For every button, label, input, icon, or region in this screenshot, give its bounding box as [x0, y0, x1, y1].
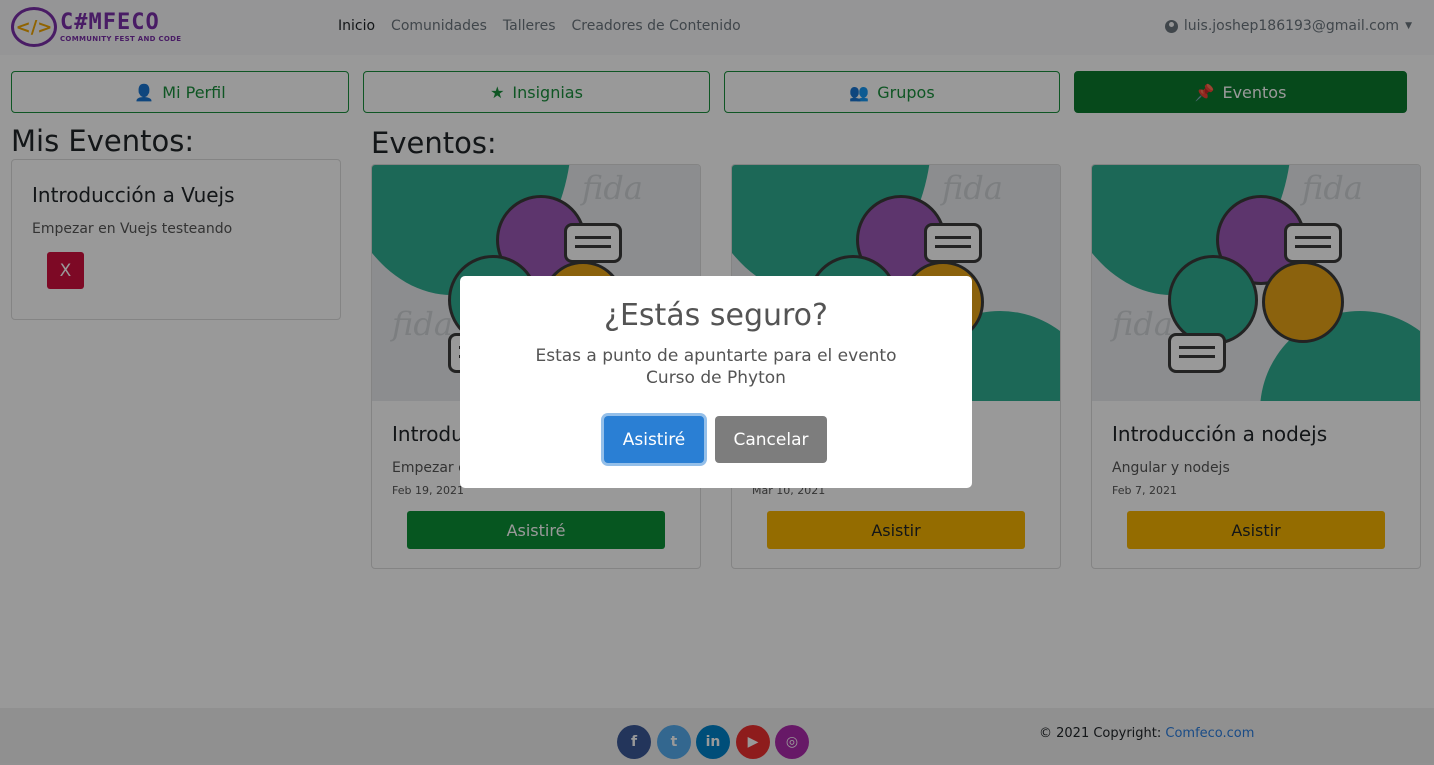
modal-message-line2: Curso de Phyton	[646, 368, 786, 388]
modal-message-line1: Estas a punto de apuntarte para el event…	[535, 346, 897, 366]
modal-message: Estas a punto de apuntarte para el event…	[460, 345, 972, 389]
modal-title: ¿Estás seguro?	[604, 298, 828, 333]
confirm-button[interactable]: Asistiré	[604, 416, 704, 463]
cancel-button[interactable]: Cancelar	[715, 416, 827, 463]
confirm-modal: ¿Estás seguro? Estas a punto de apuntart…	[460, 276, 972, 488]
